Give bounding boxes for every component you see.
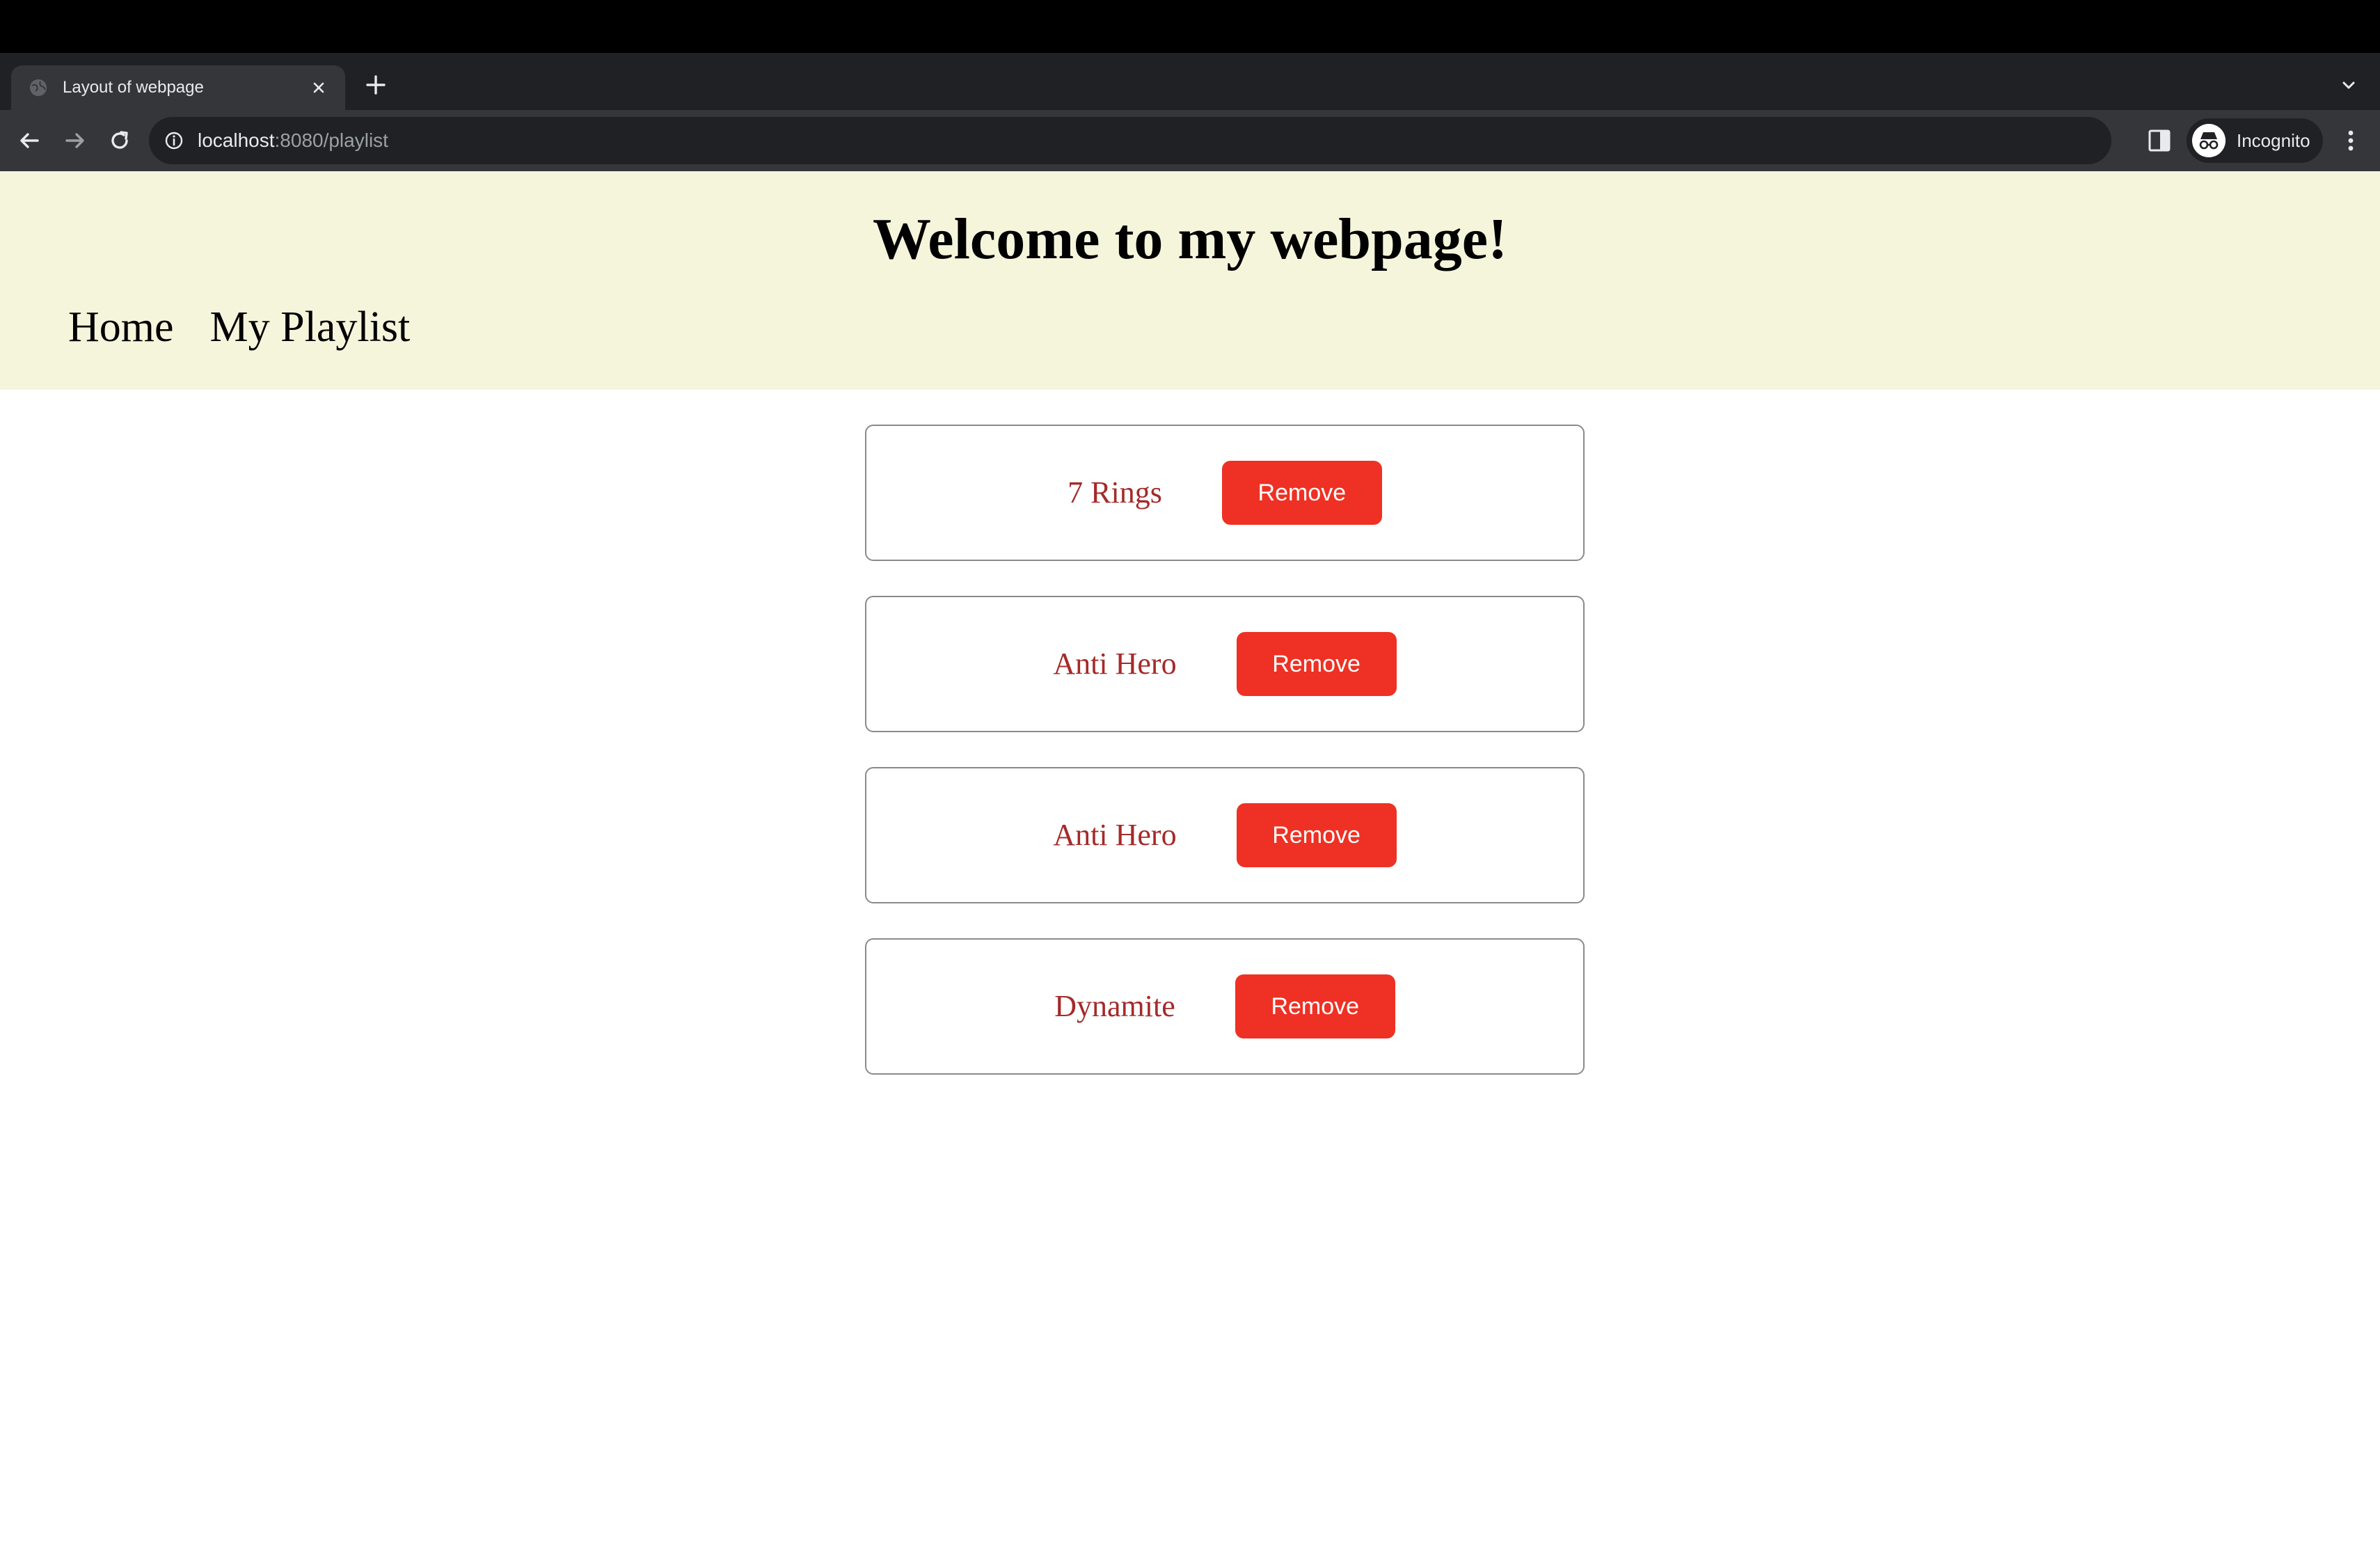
remove-button[interactable]: Remove [1236, 803, 1397, 867]
info-icon[interactable] [164, 131, 184, 150]
song-title: 7 Rings [1068, 475, 1162, 509]
site-nav: Home My Playlist [68, 301, 446, 354]
playlist-item: Dynamite Remove [865, 938, 1585, 1075]
forward-arrow-icon[interactable] [61, 127, 89, 155]
song-title: Dynamite [1054, 989, 1175, 1023]
url-host: localhost [198, 129, 275, 151]
url-text[interactable]: localhost:8080/playlist [198, 129, 388, 152]
song-title: Anti Hero [1053, 818, 1177, 852]
address-bar[interactable]: localhost:8080/playlist [149, 117, 2251, 164]
nav-link-my-playlist[interactable]: My Playlist [210, 301, 411, 354]
page-content: Welcome to my webpage! Home My Playlist … [0, 171, 2380, 1541]
remove-button[interactable]: Remove [1221, 461, 1382, 525]
url-path: :8080/playlist [274, 129, 388, 151]
browser-toolbar: localhost:8080/playlist Incognito [0, 110, 2380, 171]
site-header: Welcome to my webpage! Home My Playlist [0, 171, 2380, 390]
playlist: 7 Rings Remove Anti Hero Remove Anti Her… [865, 425, 1585, 1109]
chevron-down-icon[interactable] [2338, 75, 2359, 96]
tab-strip: Layout of webpage [0, 53, 2380, 110]
playlist-item: Anti Hero Remove [865, 596, 1585, 732]
remove-button[interactable]: Remove [1235, 974, 1395, 1038]
tab-title: Layout of webpage [63, 78, 204, 97]
playlist-item: 7 Rings Remove [865, 425, 1585, 561]
song-title: Anti Hero [1053, 647, 1177, 681]
nav-link-home[interactable]: Home [68, 301, 174, 354]
window-titlebar [0, 0, 2380, 53]
playlist-item: Anti Hero Remove [865, 767, 1585, 903]
incognito-icon [2192, 124, 2226, 157]
page-title: Welcome to my webpage! [872, 207, 1508, 271]
more-vert-icon[interactable] [2342, 127, 2359, 155]
globe-icon [30, 79, 47, 96]
plus-icon[interactable] [363, 72, 388, 97]
back-arrow-icon[interactable] [15, 127, 43, 155]
close-icon[interactable] [309, 78, 328, 97]
side-panel-icon[interactable] [2148, 127, 2171, 155]
browser-tab[interactable]: Layout of webpage [11, 65, 345, 110]
incognito-profile-button[interactable]: Incognito [2187, 118, 2323, 163]
reload-icon[interactable] [106, 127, 134, 155]
incognito-label: Incognito [2237, 129, 2310, 151]
remove-button[interactable]: Remove [1236, 632, 1397, 696]
